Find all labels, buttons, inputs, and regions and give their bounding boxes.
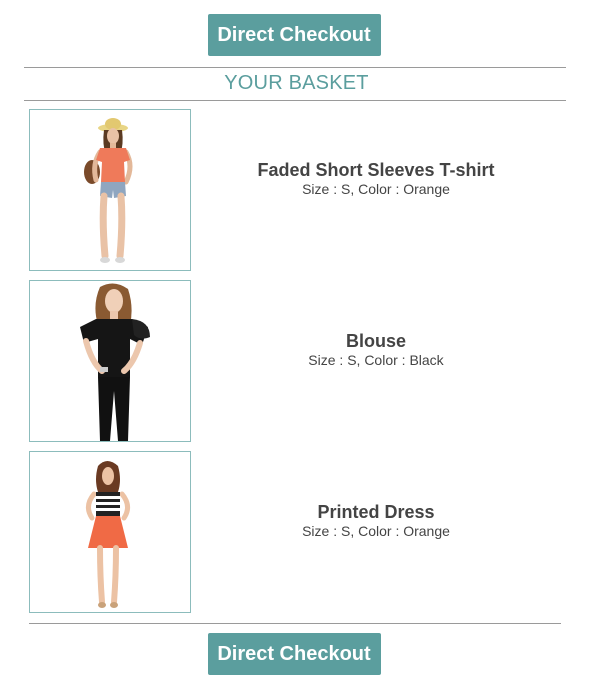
woman-printed-dress-photo	[30, 452, 190, 612]
basket-item: Faded Short Sleeves T-shirt Size : S, Co…	[29, 109, 561, 271]
direct-checkout-button-top[interactable]: Direct Checkout	[207, 14, 381, 56]
direct-checkout-button-bottom[interactable]: Direct Checkout	[207, 633, 381, 675]
basket-item: Blouse Size : S, Color : Black	[29, 280, 561, 442]
product-name[interactable]: Blouse	[191, 331, 561, 352]
product-thumbnail[interactable]	[29, 451, 191, 613]
product-attributes: Size : S, Color : Orange	[302, 181, 450, 197]
product-thumbnail[interactable]	[29, 280, 191, 442]
basket-title: YOUR BASKET	[224, 72, 369, 94]
bottom-checkout-area: Direct Checkout	[0, 633, 589, 675]
basket-title-divider	[24, 100, 566, 101]
top-checkout-area: Direct Checkout	[0, 14, 589, 56]
woman-black-blouse-photo	[30, 281, 190, 441]
product-thumbnail[interactable]	[29, 109, 191, 271]
product-name[interactable]: Printed Dress	[191, 502, 561, 523]
basket-bottom-divider	[29, 623, 561, 624]
product-attributes: Size : S, Color : Orange	[302, 523, 450, 539]
product-attributes: Size : S, Color : Black	[308, 352, 444, 368]
woman-orange-tshirt-photo	[30, 110, 190, 270]
basket-top-divider	[24, 67, 566, 68]
product-name[interactable]: Faded Short Sleeves T-shirt	[191, 160, 561, 181]
basket-item: Printed Dress Size : S, Color : Orange	[29, 451, 561, 613]
